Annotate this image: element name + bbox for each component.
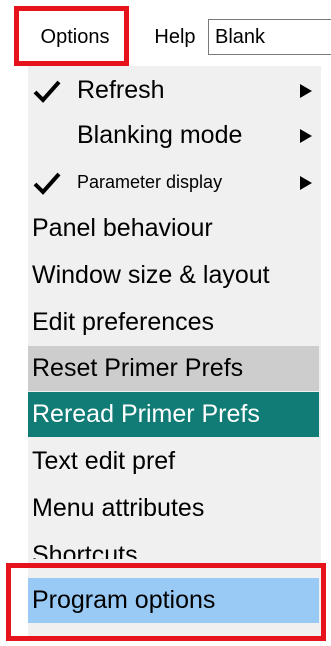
help-menu[interactable]: Help [148,18,202,56]
submenu-arrow-icon [300,176,312,190]
menu-item-label: Program options [32,586,216,614]
menu-item-reset-primer-prefs[interactable]: Reset Primer Prefs [28,346,319,391]
menu-item-blanking-mode[interactable]: Blanking mode [28,113,319,158]
menu-item-window-size-layout[interactable]: Window size & layout [28,253,319,298]
menu-item-reread-primer-prefs[interactable]: Reread Primer Prefs [28,392,319,437]
menu-item-label: Reset Primer Prefs [32,354,244,382]
checkmark-icon [33,172,61,195]
submenu-arrow-icon [300,129,312,143]
options-dropdown: Refresh Blanking mode Parameter display … [28,66,321,638]
menu-item-shortcuts[interactable]: Shortcuts [28,533,319,559]
menu-item-menu-attributes[interactable]: Menu attributes [28,486,319,531]
checkmark-icon [33,80,61,103]
menu-bar: Options Help [0,0,331,72]
menu-item-label: Reread Primer Prefs [32,400,260,428]
options-menu[interactable]: Options [28,18,122,56]
menu-item-label: Panel behaviour [32,214,213,242]
menu-item-label: Refresh [77,76,165,104]
menu-item-label: Blanking mode [77,121,243,149]
menu-item-program-options[interactable]: Program options [28,578,319,623]
blank-field[interactable] [208,19,331,55]
menu-item-label: Shortcuts [32,541,138,559]
menu-item-text-edit-pref[interactable]: Text edit pref [28,439,319,484]
menu-item-label: Edit preferences [32,308,215,336]
menu-item-label: Text edit pref [32,447,176,475]
submenu-arrow-icon [300,84,312,98]
menu-item-panel-behaviour[interactable]: Panel behaviour [28,206,319,251]
menu-item-label: Menu attributes [32,494,205,522]
menu-item-label: Window size & layout [32,261,270,289]
menu-item-label: Parameter display [77,172,223,192]
menu-item-edit-preferences[interactable]: Edit preferences [28,300,319,345]
menu-item-refresh[interactable]: Refresh [28,68,319,113]
menu-item-parameter-display[interactable]: Parameter display [28,160,319,205]
